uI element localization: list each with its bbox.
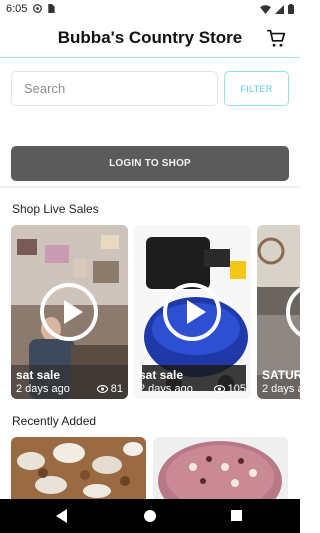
cart-icon: [267, 29, 286, 47]
live-sale-time: 2 days a: [262, 383, 300, 395]
recent-item-card[interactable]: [11, 437, 146, 499]
recents-icon[interactable]: [231, 510, 242, 521]
live-sale-card[interactable]: sat sale 2 days ago 81: [11, 225, 128, 399]
back-icon[interactable]: [56, 509, 67, 523]
battery-icon: [288, 4, 294, 14]
live-sale-name: SATURI: [262, 368, 300, 382]
cart-button[interactable]: [267, 29, 287, 49]
app-header: Bubba's Country Store: [0, 20, 300, 58]
live-sales-heading: Shop Live Sales: [12, 202, 99, 216]
wifi-icon: [260, 4, 271, 14]
live-sale-name: sat sale: [16, 368, 61, 382]
system-nav-bar: [0, 499, 300, 533]
live-sale-time: 2 days ago: [139, 383, 193, 395]
status-time: 6:05: [6, 3, 28, 15]
live-sale-views: 105: [213, 383, 246, 395]
status-bar: 6:05: [0, 0, 300, 20]
view-count: 81: [110, 383, 123, 395]
filter-button[interactable]: FILTER: [224, 71, 289, 106]
login-button[interactable]: LOGIN TO SHOP: [11, 146, 289, 181]
sd-card-icon: [48, 4, 55, 13]
page-title: Bubba's Country Store: [57, 28, 243, 47]
play-button[interactable]: [163, 283, 221, 341]
signal-icon: [275, 4, 284, 14]
recent-item-thumbnail: [153, 437, 288, 499]
live-sale-card[interactable]: sat sale 2 days ago 105: [134, 225, 251, 399]
eye-icon: [213, 385, 225, 393]
search-field[interactable]: [11, 71, 218, 106]
search-input[interactable]: [24, 81, 205, 96]
live-sale-card[interactable]: SATURI 2 days a: [257, 225, 300, 399]
home-icon[interactable]: [144, 510, 156, 522]
view-count: 105: [227, 383, 246, 395]
live-sale-views: 81: [96, 383, 123, 395]
play-button[interactable]: [40, 283, 98, 341]
eye-icon: [96, 385, 108, 393]
app-notification-icon: [33, 4, 42, 13]
live-sale-time: 2 days ago: [16, 383, 70, 395]
status-notification-icons: [33, 4, 55, 13]
status-system-icons: [260, 4, 294, 14]
recent-item-card[interactable]: [153, 437, 288, 499]
section-divider: [0, 186, 300, 188]
recent-item-thumbnail: [11, 437, 146, 499]
recently-added-heading: Recently Added: [12, 414, 97, 428]
live-sale-name: sat sale: [139, 368, 184, 382]
